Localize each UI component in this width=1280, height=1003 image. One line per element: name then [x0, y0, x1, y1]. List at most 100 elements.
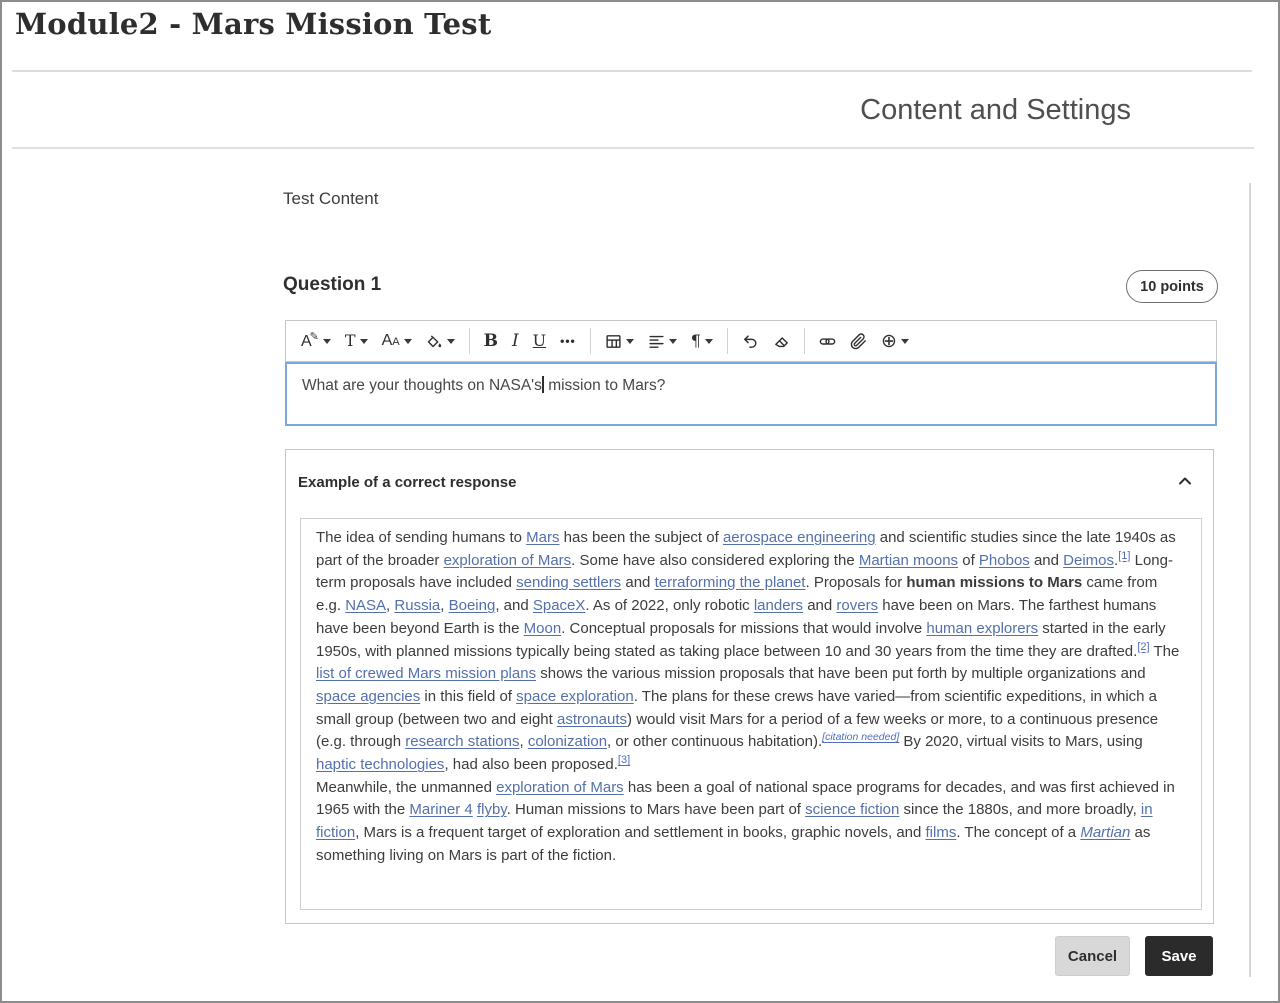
toolbar-text-style-button[interactable]: A✎ [294, 325, 338, 357]
inline-link[interactable]: landers [754, 597, 803, 614]
text-run: . As of 2022, only robotic [585, 597, 753, 614]
inline-link[interactable]: sending settlers [516, 574, 621, 591]
inline-link[interactable]: Phobos [979, 552, 1030, 569]
chevron-down-icon [404, 339, 412, 344]
panel-heading-divider [12, 147, 1254, 149]
collapse-example-button[interactable] [1173, 469, 1197, 496]
chevron-down-icon [323, 339, 331, 344]
inline-link[interactable]: Moon [524, 620, 562, 637]
toolbar-clear-formatting-button[interactable] [766, 325, 797, 357]
inline-link[interactable]: space exploration [516, 688, 634, 705]
toolbar-paragraph-style-button[interactable]: ¶ [684, 325, 720, 357]
citation-ref[interactable]: [citation needed] [822, 731, 899, 743]
insert-content-icon: ⊕ [881, 332, 897, 351]
text-run: . The concept of a [956, 824, 1080, 841]
inline-link[interactable]: NASA [345, 597, 386, 614]
test-content-label: Test Content [283, 189, 378, 209]
text-run: , [519, 733, 527, 750]
text-run: since the 1880s, and more broadly, [899, 801, 1141, 818]
text-run: . Human missions to Mars have been part … [507, 801, 805, 818]
page-title: Module2 - Mars Mission Test [15, 7, 491, 41]
chevron-up-icon [1175, 471, 1195, 494]
question-editor: A✎T AA BIU ••• ¶ ⊕ What are your thoughts on … [285, 320, 1217, 426]
text-run: shows the various mission proposals that… [536, 665, 1146, 682]
question-1-label: Question 1 [283, 274, 381, 296]
toolbar-divider [727, 328, 728, 354]
inline-link[interactable]: Martian [1080, 824, 1130, 841]
footer-actions: Cancel Save [1055, 936, 1213, 976]
text-run: . Proposals for [805, 574, 906, 591]
text-run: . Conceptual proposals for missions that… [561, 620, 926, 637]
toolbar-underline-button[interactable]: U [526, 325, 553, 357]
chevron-down-icon [360, 339, 368, 344]
points-badge[interactable]: 10 points [1126, 270, 1218, 303]
inline-link[interactable]: aerospace engineering [723, 529, 876, 546]
toolbar-font-size-button[interactable]: AA [375, 325, 419, 357]
inline-link[interactable]: colonization [528, 733, 607, 750]
inline-link[interactable]: space agencies [316, 688, 420, 705]
paragraph-icon: ¶ [691, 333, 701, 349]
toolbar-more-options-button[interactable]: ••• [553, 325, 583, 357]
text-run: has been the subject of [559, 529, 722, 546]
toolbar-divider [804, 328, 805, 354]
chevron-down-icon [447, 339, 455, 344]
inline-link[interactable]: list of crewed Mars mission plans [316, 665, 536, 682]
chevron-down-icon [705, 339, 713, 344]
toolbar-attach-file-button[interactable] [843, 325, 874, 357]
inline-link[interactable]: Martian moons [859, 552, 958, 569]
inline-link[interactable]: exploration of Mars [444, 552, 572, 569]
inline-link[interactable]: flyby [477, 801, 507, 818]
toolbar-undo-button[interactable] [735, 325, 766, 357]
citation-ref[interactable]: [3] [618, 754, 630, 766]
example-response-title: Example of a correct response [298, 474, 516, 491]
question-prompt-input[interactable]: What are your thoughts on NASA's mission… [285, 362, 1217, 426]
citation-ref[interactable]: [2] [1137, 641, 1149, 653]
inline-link[interactable]: Russia [394, 597, 440, 614]
text-run: Meanwhile, the unmanned [316, 779, 496, 796]
prompt-text-before-cursor: What are your thoughts on NASA's [302, 377, 542, 394]
toolbar-bold-button[interactable]: B [477, 325, 505, 357]
inline-link[interactable]: rovers [836, 597, 878, 614]
correct-response-text[interactable]: The idea of sending humans to Mars has b… [300, 518, 1202, 910]
inline-link[interactable]: exploration of Mars [496, 779, 624, 796]
chevron-down-icon [626, 339, 634, 344]
inline-link[interactable]: science fiction [805, 801, 899, 818]
text-run: and [1030, 552, 1063, 569]
inline-link[interactable]: Mars [526, 529, 559, 546]
toolbar-insert-table-button[interactable] [598, 325, 641, 357]
toolbar-font-button[interactable]: T [338, 325, 375, 357]
align-icon [648, 333, 665, 350]
toolbar-divider [590, 328, 591, 354]
editor-toolbar: A✎T AA BIU ••• ¶ ⊕ [285, 320, 1217, 362]
more-options-icon: ••• [560, 335, 576, 347]
inline-link[interactable]: haptic technologies [316, 756, 444, 773]
font-size-icon: AA [382, 333, 400, 349]
paperclip-icon [850, 333, 867, 350]
inline-link[interactable]: Deimos [1063, 552, 1114, 569]
inline-link[interactable]: human explorers [926, 620, 1038, 637]
inline-link[interactable]: astronauts [557, 711, 627, 728]
toolbar-fill-color-button[interactable] [419, 325, 462, 357]
inline-link[interactable]: research stations [405, 733, 519, 750]
cancel-button[interactable]: Cancel [1055, 936, 1130, 976]
undo-icon [742, 333, 759, 350]
content-scroll-divider [1249, 183, 1251, 977]
inline-link[interactable]: Boeing [449, 597, 496, 614]
text-run: , Mars is a frequent target of explorati… [355, 824, 925, 841]
toolbar-insert-content-button[interactable]: ⊕ [874, 325, 916, 357]
text-run: By 2020, virtual visits to Mars, using [899, 733, 1142, 750]
inline-link[interactable]: Mariner 4 [409, 801, 472, 818]
inline-link[interactable]: terraforming the planet [655, 574, 806, 591]
bold-icon: B [484, 333, 498, 350]
toolbar-italic-button[interactable]: I [505, 325, 526, 357]
text-run: The idea of sending humans to [316, 529, 526, 546]
italic-icon: I [512, 333, 519, 350]
toolbar-insert-link-button[interactable] [812, 325, 843, 357]
inline-link[interactable]: SpaceX [533, 597, 586, 614]
text-run: of [958, 552, 979, 569]
example-response-header[interactable]: Example of a correct response [286, 450, 1213, 514]
save-button[interactable]: Save [1145, 936, 1213, 976]
citation-ref[interactable]: [1] [1118, 550, 1130, 562]
toolbar-text-align-button[interactable] [641, 325, 684, 357]
inline-link[interactable]: films [926, 824, 957, 841]
